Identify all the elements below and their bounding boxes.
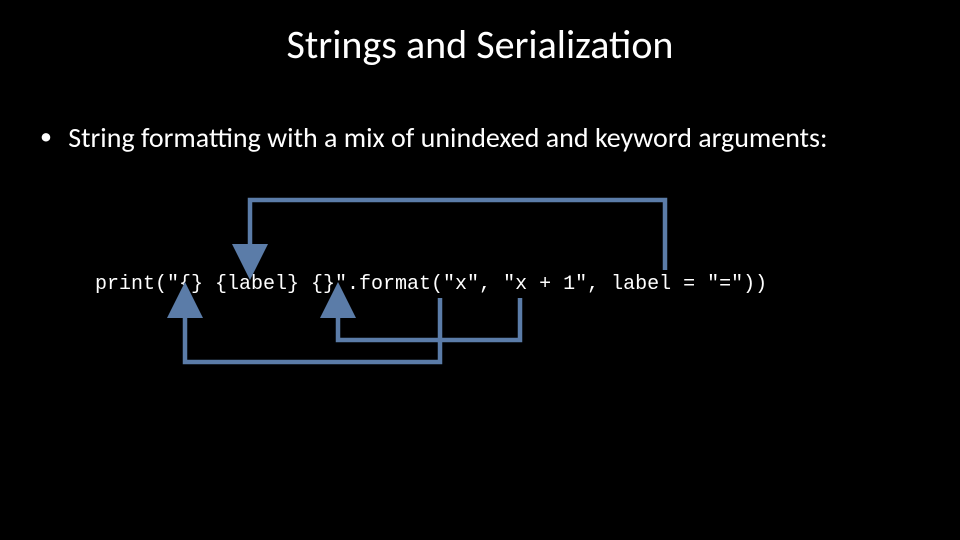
bullet-text: String formatting with a mix of unindexe… bbox=[68, 120, 827, 155]
arrow-label-to-placeholder bbox=[250, 200, 665, 270]
bullet-item: • String formatting with a mix of uninde… bbox=[40, 120, 920, 155]
bullet-dot: • bbox=[40, 120, 52, 154]
code-example: print("{} {label} {}".format("x", "x + 1… bbox=[95, 273, 767, 296]
arrow-xplus1-to-second-placeholder bbox=[338, 298, 520, 340]
annotation-arrows bbox=[0, 0, 960, 540]
arrow-x-to-first-placeholder bbox=[185, 298, 440, 362]
slide-title: Strings and Serialization bbox=[0, 20, 960, 69]
